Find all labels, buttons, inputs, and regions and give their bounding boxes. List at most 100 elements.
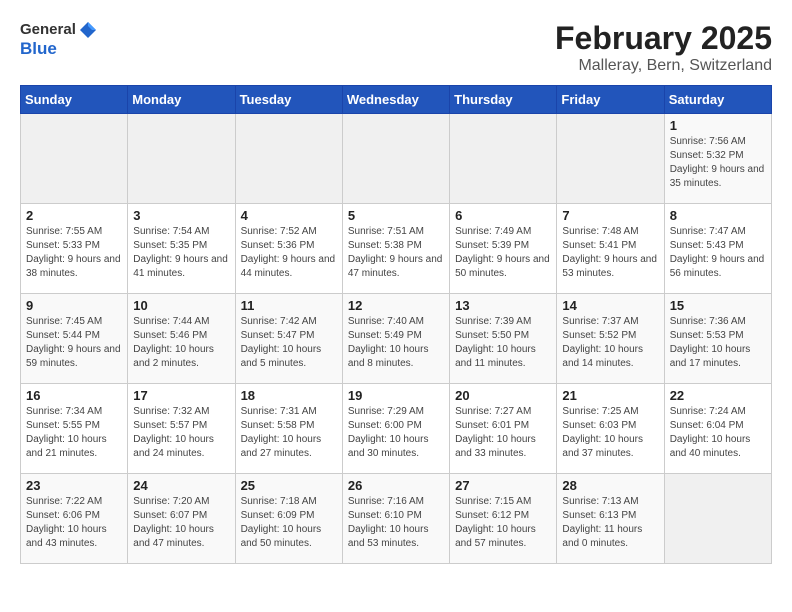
calendar-cell	[235, 114, 342, 204]
calendar-cell: 3 Sunrise: 7:54 AM Sunset: 5:35 PM Daylig…	[128, 204, 235, 294]
day-info: Sunrise: 7:45 AM Sunset: 5:44 PM Dayligh…	[26, 315, 122, 371]
day-number: 7	[562, 208, 658, 223]
day-number: 14	[562, 298, 658, 313]
day-info: Sunrise: 7:15 AM Sunset: 6:12 PM Dayligh…	[455, 495, 551, 551]
week-row-5: 23 Sunrise: 7:22 AM Sunset: 6:06 PM Dayli…	[21, 474, 772, 564]
day-number: 12	[348, 298, 444, 313]
day-info: Sunrise: 7:52 AM Sunset: 5:36 PM Dayligh…	[241, 225, 337, 281]
calendar-cell	[342, 114, 449, 204]
weekday-header-friday: Friday	[557, 86, 664, 114]
title-block: February 2025 Malleray, Bern, Switzerlan…	[555, 20, 772, 75]
day-number: 25	[241, 478, 337, 493]
day-info: Sunrise: 7:37 AM Sunset: 5:52 PM Dayligh…	[562, 315, 658, 371]
day-number: 19	[348, 388, 444, 403]
day-info: Sunrise: 7:22 AM Sunset: 6:06 PM Dayligh…	[26, 495, 122, 551]
logo-general-text: General	[20, 22, 76, 39]
calendar-cell: 17Sunrise: 7:32 AM Sunset: 5:57 PM Dayli…	[128, 384, 235, 474]
day-info: Sunrise: 7:56 AM Sunset: 5:32 PM Dayligh…	[670, 135, 766, 191]
day-number: 13	[455, 298, 551, 313]
day-number: 15	[670, 298, 766, 313]
day-info: Sunrise: 7:55 AM Sunset: 5:33 PM Dayligh…	[26, 225, 122, 281]
calendar-cell: 11 Sunrise: 7:42 AM Sunset: 5:47 PM Dayli…	[235, 294, 342, 384]
day-number: 26	[348, 478, 444, 493]
calendar-cell: 28 Sunrise: 7:13 AM Sunset: 6:13 PM Dayli…	[557, 474, 664, 564]
day-info: Sunrise: 7:44 AM Sunset: 5:46 PM Dayligh…	[133, 315, 229, 371]
week-row-2: 2 Sunrise: 7:55 AM Sunset: 5:33 PM Daylig…	[21, 204, 772, 294]
day-info: Sunrise: 7:47 AM Sunset: 5:43 PM Dayligh…	[670, 225, 766, 281]
calendar-cell: 21Sunrise: 7:25 AM Sunset: 6:03 PM Dayli…	[557, 384, 664, 474]
day-number: 3	[133, 208, 229, 223]
page-header: General Blue February 2025 Malleray, Ber…	[20, 20, 772, 75]
day-info: Sunrise: 7:18 AM Sunset: 6:09 PM Dayligh…	[241, 495, 337, 551]
calendar-cell: 24 Sunrise: 7:20 AM Sunset: 6:07 PM Dayli…	[128, 474, 235, 564]
day-info: Sunrise: 7:54 AM Sunset: 5:35 PM Dayligh…	[133, 225, 229, 281]
day-number: 28	[562, 478, 658, 493]
calendar-cell	[450, 114, 557, 204]
calendar-table: SundayMondayTuesdayWednesdayThursdayFrid…	[20, 85, 772, 564]
day-number: 2	[26, 208, 122, 223]
day-info: Sunrise: 7:31 AM Sunset: 5:58 PM Dayligh…	[241, 405, 337, 461]
calendar-cell: 15 Sunrise: 7:36 AM Sunset: 5:53 PM Dayli…	[664, 294, 771, 384]
day-number: 18	[241, 388, 337, 403]
day-number: 10	[133, 298, 229, 313]
calendar-cell: 26 Sunrise: 7:16 AM Sunset: 6:10 PM Dayli…	[342, 474, 449, 564]
day-info: Sunrise: 7:27 AM Sunset: 6:01 PM Dayligh…	[455, 405, 551, 461]
calendar-cell	[128, 114, 235, 204]
location: Malleray, Bern, Switzerland	[555, 57, 772, 75]
day-info: Sunrise: 7:20 AM Sunset: 6:07 PM Dayligh…	[133, 495, 229, 551]
calendar-cell: 7 Sunrise: 7:48 AM Sunset: 5:41 PM Daylig…	[557, 204, 664, 294]
calendar-cell: 4 Sunrise: 7:52 AM Sunset: 5:36 PM Daylig…	[235, 204, 342, 294]
calendar-cell: 22Sunrise: 7:24 AM Sunset: 6:04 PM Dayli…	[664, 384, 771, 474]
calendar-cell: 20 Sunrise: 7:27 AM Sunset: 6:01 PM Dayli…	[450, 384, 557, 474]
calendar-cell: 10 Sunrise: 7:44 AM Sunset: 5:46 PM Dayli…	[128, 294, 235, 384]
day-info: Sunrise: 7:29 AM Sunset: 6:00 PM Dayligh…	[348, 405, 444, 461]
calendar-cell: 14 Sunrise: 7:37 AM Sunset: 5:52 PM Dayli…	[557, 294, 664, 384]
weekday-header-tuesday: Tuesday	[235, 86, 342, 114]
calendar-cell: 25 Sunrise: 7:18 AM Sunset: 6:09 PM Dayli…	[235, 474, 342, 564]
week-row-3: 9 Sunrise: 7:45 AM Sunset: 5:44 PM Daylig…	[21, 294, 772, 384]
day-number: 23	[26, 478, 122, 493]
calendar-cell	[557, 114, 664, 204]
day-info: Sunrise: 7:39 AM Sunset: 5:50 PM Dayligh…	[455, 315, 551, 371]
day-info: Sunrise: 7:13 AM Sunset: 6:13 PM Dayligh…	[562, 495, 658, 551]
day-info: Sunrise: 7:25 AM Sunset: 6:03 PM Dayligh…	[562, 405, 658, 461]
day-number: 4	[241, 208, 337, 223]
calendar-cell: 18 Sunrise: 7:31 AM Sunset: 5:58 PM Dayli…	[235, 384, 342, 474]
calendar-cell: 16 Sunrise: 7:34 AM Sunset: 5:55 PM Dayli…	[21, 384, 128, 474]
day-number: 5	[348, 208, 444, 223]
day-number: 6	[455, 208, 551, 223]
weekday-header-monday: Monday	[128, 86, 235, 114]
day-info: Sunrise: 7:36 AM Sunset: 5:53 PM Dayligh…	[670, 315, 766, 371]
calendar-cell: 2 Sunrise: 7:55 AM Sunset: 5:33 PM Daylig…	[21, 204, 128, 294]
day-number: 24	[133, 478, 229, 493]
calendar-cell: 23 Sunrise: 7:22 AM Sunset: 6:06 PM Dayli…	[21, 474, 128, 564]
calendar-cell: 9 Sunrise: 7:45 AM Sunset: 5:44 PM Daylig…	[21, 294, 128, 384]
day-number: 11	[241, 298, 337, 313]
day-number: 20	[455, 388, 551, 403]
weekday-header-wednesday: Wednesday	[342, 86, 449, 114]
weekday-header-saturday: Saturday	[664, 86, 771, 114]
logo: General Blue	[20, 20, 98, 59]
day-info: Sunrise: 7:34 AM Sunset: 5:55 PM Dayligh…	[26, 405, 122, 461]
day-info: Sunrise: 7:48 AM Sunset: 5:41 PM Dayligh…	[562, 225, 658, 281]
month-title: February 2025	[555, 20, 772, 57]
calendar-cell	[21, 114, 128, 204]
day-info: Sunrise: 7:51 AM Sunset: 5:38 PM Dayligh…	[348, 225, 444, 281]
day-number: 22	[670, 388, 766, 403]
calendar-cell: 19 Sunrise: 7:29 AM Sunset: 6:00 PM Dayli…	[342, 384, 449, 474]
calendar-cell: 8Sunrise: 7:47 AM Sunset: 5:43 PM Daylig…	[664, 204, 771, 294]
day-info: Sunrise: 7:16 AM Sunset: 6:10 PM Dayligh…	[348, 495, 444, 551]
day-info: Sunrise: 7:42 AM Sunset: 5:47 PM Dayligh…	[241, 315, 337, 371]
calendar-cell: 5 Sunrise: 7:51 AM Sunset: 5:38 PM Daylig…	[342, 204, 449, 294]
calendar-cell: 6 Sunrise: 7:49 AM Sunset: 5:39 PM Daylig…	[450, 204, 557, 294]
calendar-cell	[664, 474, 771, 564]
week-row-1: 1 Sunrise: 7:56 AM Sunset: 5:32 PM Daylig…	[21, 114, 772, 204]
day-number: 1	[670, 118, 766, 133]
calendar-cell: 12Sunrise: 7:40 AM Sunset: 5:49 PM Dayli…	[342, 294, 449, 384]
weekday-header-thursday: Thursday	[450, 86, 557, 114]
day-number: 9	[26, 298, 122, 313]
day-info: Sunrise: 7:49 AM Sunset: 5:39 PM Dayligh…	[455, 225, 551, 281]
calendar-cell: 13 Sunrise: 7:39 AM Sunset: 5:50 PM Dayli…	[450, 294, 557, 384]
day-number: 27	[455, 478, 551, 493]
day-number: 16	[26, 388, 122, 403]
